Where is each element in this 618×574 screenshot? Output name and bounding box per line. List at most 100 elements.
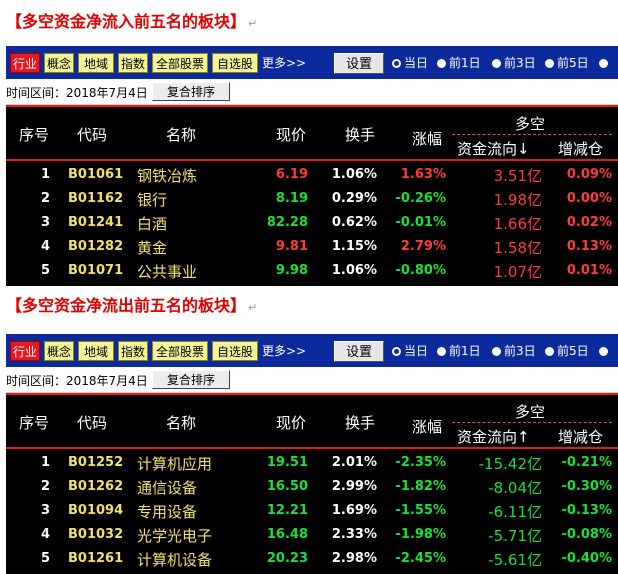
inflow-panel: 行业 概念 地域 指数 全部股票 自选股 更多>> 设置 当日 前1日 前3日 … bbox=[6, 46, 618, 286]
row-turnover: 1.15% bbox=[331, 239, 377, 254]
tab-concept[interactable]: 概念 bbox=[44, 341, 74, 361]
table-row[interactable]: 1 B01252 计算机应用 19.51 2.01% -2.35% -15.42亿 -0.21… bbox=[6, 451, 618, 475]
radio-unchecked-icon bbox=[437, 347, 446, 356]
radio-prev-3-days[interactable]: 前3日 bbox=[492, 341, 536, 361]
time-range-label: 时间区间：2018年7月4日 bbox=[6, 374, 148, 388]
table-row[interactable]: 2 B01162 银行 8.19 0.29% -0.26% 1.98亿 0.00% bbox=[6, 187, 618, 211]
table-row[interactable]: 5 B01071 公共事业 9.98 1.06% -0.80% 1.07亿 0.01% bbox=[6, 259, 618, 283]
tab-region[interactable]: 地域 bbox=[78, 53, 114, 73]
tab-index[interactable]: 指数 bbox=[118, 53, 148, 73]
tab-all-stocks[interactable]: 全部股票 bbox=[152, 341, 208, 361]
radio-more[interactable] bbox=[599, 53, 611, 73]
row-turnover: 1.06% bbox=[331, 263, 377, 278]
row-fund-flow: -5.61亿 bbox=[488, 551, 542, 569]
settings-button[interactable]: 设置 bbox=[334, 341, 384, 362]
radio-label: 当日 bbox=[404, 56, 429, 70]
tab-industry[interactable]: 行业 bbox=[10, 53, 40, 73]
tab-bar: 行业 概念 地域 指数 全部股票 自选股 更多>> 设置 当日 前1日 前3日 … bbox=[6, 334, 618, 367]
composite-sort-button[interactable]: 复合排序 bbox=[152, 82, 230, 101]
radio-label: 前1日 bbox=[449, 344, 481, 358]
header-price: 现价 bbox=[276, 126, 307, 144]
more-link[interactable]: 更多>> bbox=[262, 53, 306, 73]
radio-more[interactable] bbox=[599, 341, 611, 361]
radio-prev-5-days[interactable]: 前5日 bbox=[545, 53, 589, 73]
row-seq: 5 bbox=[40, 263, 50, 278]
row-position-change: 0.13% bbox=[566, 239, 612, 254]
table-row[interactable]: 4 B01282 黄金 9.81 1.15% 2.79% 1.58亿 0.13% bbox=[6, 235, 618, 259]
row-price: 16.50 bbox=[266, 479, 308, 494]
row-turnover: 2.99% bbox=[331, 479, 377, 494]
radio-today[interactable]: 当日 bbox=[392, 341, 428, 361]
radio-today[interactable]: 当日 bbox=[392, 53, 428, 73]
row-change: 2.79% bbox=[400, 239, 446, 254]
row-turnover: 0.29% bbox=[331, 191, 377, 206]
header-price: 现价 bbox=[276, 414, 307, 432]
radio-label: 前5日 bbox=[557, 344, 589, 358]
time-range-label: 时间区间：2018年7月4日 bbox=[6, 86, 148, 100]
row-position-change: 0.01% bbox=[566, 263, 612, 278]
radio-label: 前5日 bbox=[557, 56, 589, 70]
table-row[interactable]: 5 B01261 计算机设备 20.23 2.98% -2.45% -5.61亿 -0.40% bbox=[6, 547, 618, 571]
row-code: B01241 bbox=[68, 215, 124, 230]
tab-concept[interactable]: 概念 bbox=[44, 53, 74, 73]
tab-watchlist[interactable]: 自选股 bbox=[212, 53, 258, 73]
row-seq: 1 bbox=[40, 167, 50, 182]
row-price: 19.51 bbox=[266, 455, 308, 470]
row-price: 9.81 bbox=[275, 239, 308, 254]
row-code: B01032 bbox=[68, 527, 124, 542]
tab-region[interactable]: 地域 bbox=[78, 341, 114, 361]
row-code: B01261 bbox=[68, 551, 124, 566]
table-row[interactable]: 1 B01061 钢铁冶炼 6.19 1.06% 1.63% 3.51亿 0.09% bbox=[6, 163, 618, 187]
row-seq: 5 bbox=[40, 551, 50, 566]
row-position-change: -0.40% bbox=[561, 551, 613, 566]
row-change: -1.98% bbox=[395, 527, 447, 542]
tab-index[interactable]: 指数 bbox=[118, 341, 148, 361]
radio-prev-1-day[interactable]: 前1日 bbox=[437, 53, 481, 73]
header-code: 代码 bbox=[77, 414, 108, 432]
radio-unchecked-icon bbox=[545, 59, 554, 68]
row-price: 16.48 bbox=[266, 527, 308, 542]
radio-prev-1-day[interactable]: 前1日 bbox=[437, 341, 481, 361]
composite-sort-button[interactable]: 复合排序 bbox=[152, 370, 230, 389]
header-position-change: 增减仓 bbox=[558, 428, 604, 446]
tab-industry[interactable]: 行业 bbox=[10, 341, 40, 361]
row-price: 20.23 bbox=[266, 551, 308, 566]
row-change: -2.35% bbox=[395, 455, 447, 470]
header-turnover: 换手 bbox=[345, 126, 376, 144]
radio-prev-3-days[interactable]: 前3日 bbox=[492, 53, 536, 73]
row-seq: 4 bbox=[40, 239, 50, 254]
row-change: -1.55% bbox=[395, 503, 447, 518]
header-long-short: 多空 bbox=[515, 403, 546, 421]
radio-label: 当日 bbox=[404, 344, 429, 358]
row-code: B01262 bbox=[68, 479, 124, 494]
header-divider bbox=[6, 105, 618, 107]
radio-prev-5-days[interactable]: 前5日 bbox=[545, 341, 589, 361]
row-turnover: 1.69% bbox=[331, 503, 377, 518]
table-row[interactable]: 2 B01262 通信设备 16.50 2.99% -1.82% -8.04亿 -0.30% bbox=[6, 475, 618, 499]
header-name: 名称 bbox=[166, 126, 197, 144]
header-change: 涨幅 bbox=[412, 130, 443, 148]
row-fund-flow: -6.11亿 bbox=[488, 503, 542, 521]
row-turnover: 2.98% bbox=[331, 551, 377, 566]
header-divider bbox=[6, 393, 618, 395]
row-price: 9.98 bbox=[275, 263, 308, 278]
table-row[interactable]: 4 B01032 光学光电子 16.48 2.33% -1.98% -5.71亿 -0.08% bbox=[6, 523, 618, 547]
inflow-heading-text: 【多空资金净流入前五名的板块】 bbox=[6, 12, 247, 31]
row-change: 1.63% bbox=[400, 167, 446, 182]
settings-button[interactable]: 设置 bbox=[334, 53, 384, 74]
row-position-change: 0.02% bbox=[566, 215, 612, 230]
row-position-change: 0.00% bbox=[566, 191, 612, 206]
radio-unchecked-icon bbox=[437, 59, 446, 68]
tab-all-stocks[interactable]: 全部股票 bbox=[152, 53, 208, 73]
row-fund-flow: -15.42亿 bbox=[478, 455, 542, 473]
row-seq: 3 bbox=[40, 215, 50, 230]
table-row[interactable]: 3 B01094 专用设备 12.21 1.69% -1.55% -6.11亿 -0.13% bbox=[6, 499, 618, 523]
row-position-change: -0.13% bbox=[561, 503, 613, 518]
tab-watchlist[interactable]: 自选股 bbox=[212, 341, 258, 361]
header-position-change: 增减仓 bbox=[558, 140, 604, 158]
header-fund-flow: 资金流向↓ bbox=[457, 140, 530, 158]
more-link[interactable]: 更多>> bbox=[262, 341, 306, 361]
table-row[interactable]: 3 B01241 白酒 82.28 0.62% -0.01% 1.66亿 0.02% bbox=[6, 211, 618, 235]
radio-unchecked-icon bbox=[492, 59, 501, 68]
row-fund-flow: 1.58亿 bbox=[493, 239, 542, 257]
